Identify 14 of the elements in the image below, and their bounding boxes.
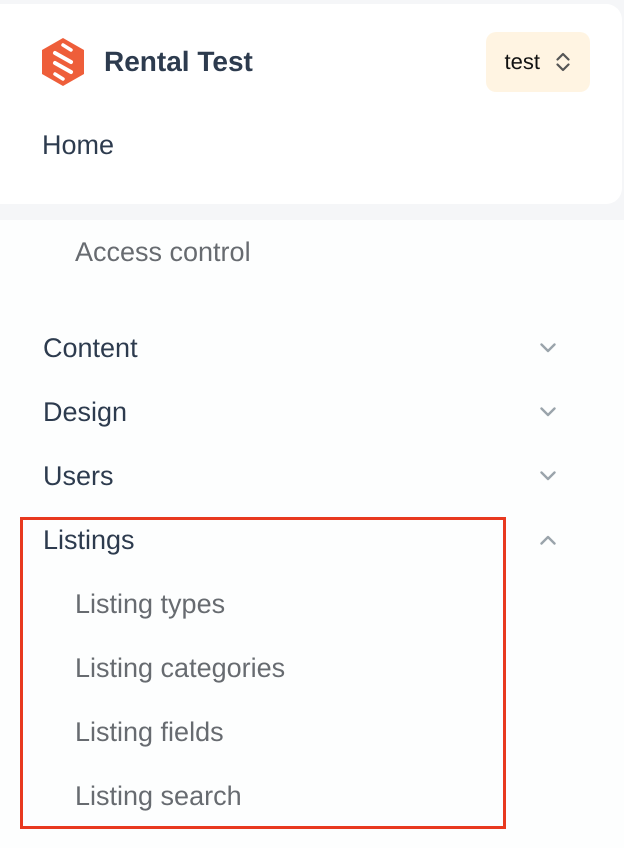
brand-name: Rental Test	[104, 46, 253, 78]
nav-link[interactable]: Home	[42, 125, 114, 165]
nav-sublink[interactable]: Listing categories	[75, 636, 286, 700]
nav-group-button[interactable]: Design	[43, 380, 556, 444]
logo-icon	[42, 38, 84, 86]
nav-sublink[interactable]: Listing fields	[75, 700, 224, 764]
nav-group-button[interactable]: Content	[43, 316, 556, 380]
nav-group-button[interactable]: Users	[43, 444, 556, 508]
chevron-up-down-icon	[556, 52, 570, 72]
nav-sublink[interactable]: Listing search	[75, 764, 242, 828]
workspace-switcher[interactable]: test	[486, 32, 590, 92]
nav-sublink[interactable]: Listing types	[75, 572, 226, 636]
nav-sublink[interactable]: Access control	[75, 220, 251, 284]
nav-group-button[interactable]: Listings	[43, 508, 556, 572]
